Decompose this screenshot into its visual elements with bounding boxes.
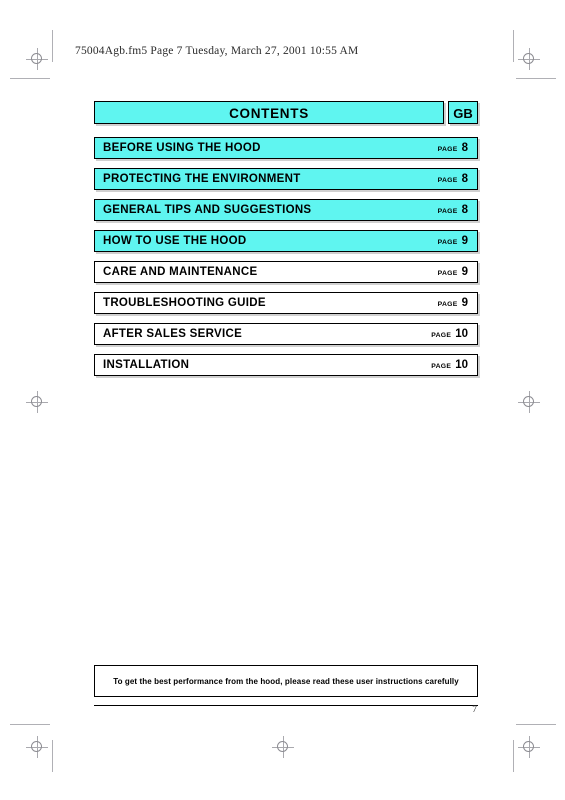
language-code-badge: GB (448, 101, 478, 124)
registration-mark-bottom-right (518, 736, 540, 758)
toc-page-number: 8 (461, 142, 468, 154)
crop-line-bottom-left-horizontal (10, 724, 50, 725)
toc-page-number: 10 (455, 359, 468, 371)
toc-entry-label: PROTECTING THE ENVIRONMENT (103, 173, 301, 185)
crop-line-top-left-horizontal (10, 78, 50, 79)
toc-entry-label: INSTALLATION (103, 359, 190, 371)
toc-page-word: PAGE (437, 208, 458, 215)
toc-entry-page: PAGE 9 (438, 266, 468, 278)
document-page: 75004Agb.fm5 Page 7 Tuesday, March 27, 2… (0, 0, 565, 800)
crop-line-top-right-horizontal (516, 78, 556, 79)
table-row[interactable]: PROTECTING THE ENVIRONMENT PAGE 8 (94, 168, 478, 190)
toc-entry-page: PAGE 8 (438, 173, 468, 185)
toc-page-word: PAGE (431, 332, 452, 339)
table-row[interactable]: GENERAL TIPS AND SUGGESTIONS PAGE 8 (94, 199, 478, 221)
contents-title-row: CONTENTS GB (94, 101, 478, 124)
registration-mark-bottom-left (26, 736, 48, 758)
crop-line-bottom-left-vertical (52, 740, 53, 772)
crop-line-bottom-right-horizontal (516, 724, 556, 725)
table-row[interactable]: AFTER SALES SERVICE PAGE 10 (94, 323, 478, 345)
table-row[interactable]: TROUBLESHOOTING GUIDE PAGE 9 (94, 292, 478, 314)
toc-page-word: PAGE (437, 270, 458, 277)
table-row[interactable]: INSTALLATION PAGE 10 (94, 354, 478, 376)
toc-entry-label: GENERAL TIPS AND SUGGESTIONS (103, 204, 312, 216)
registration-mark-bottom-center (272, 736, 294, 758)
table-row[interactable]: HOW TO USE THE HOOD PAGE 9 (94, 230, 478, 252)
toc-page-number: 8 (461, 173, 468, 185)
toc-entry-page: PAGE 9 (438, 297, 468, 309)
registration-mark-top-left (26, 48, 48, 70)
toc-entry-label: TROUBLESHOOTING GUIDE (103, 297, 266, 309)
toc-page-word: PAGE (437, 146, 458, 153)
table-row[interactable]: CARE AND MAINTENANCE PAGE 9 (94, 261, 478, 283)
registration-mark-middle-left (26, 391, 48, 413)
toc-page-number: 8 (461, 204, 468, 216)
toc-page-number: 9 (461, 235, 468, 247)
table-of-contents: CONTENTS GB BEFORE USING THE HOOD PAGE 8… (94, 101, 478, 385)
toc-entry-page: PAGE 10 (431, 328, 468, 340)
toc-page-word: PAGE (437, 239, 458, 246)
toc-entry-label: HOW TO USE THE HOOD (103, 235, 247, 247)
toc-page-number: 9 (461, 266, 468, 278)
footer-note: To get the best performance from the hoo… (94, 665, 478, 697)
toc-page-word: PAGE (431, 363, 452, 370)
toc-page-word: PAGE (437, 177, 458, 184)
toc-entry-page: PAGE 8 (438, 204, 468, 216)
toc-entry-label: BEFORE USING THE HOOD (103, 142, 261, 154)
registration-mark-middle-right (518, 391, 540, 413)
toc-entry-page: PAGE 9 (438, 235, 468, 247)
toc-page-number: 10 (455, 328, 468, 340)
crop-line-bottom-right-vertical (513, 740, 514, 772)
crop-line-top-right-vertical (513, 30, 514, 62)
registration-mark-top-right (518, 48, 540, 70)
footer-divider (94, 705, 478, 706)
table-row[interactable]: BEFORE USING THE HOOD PAGE 8 (94, 137, 478, 159)
page-number: 7 (472, 705, 477, 715)
toc-entry-label: AFTER SALES SERVICE (103, 328, 243, 340)
file-header-line: 75004Agb.fm5 Page 7 Tuesday, March 27, 2… (75, 45, 359, 57)
contents-title: CONTENTS (94, 101, 444, 124)
crop-line-top-left-vertical (52, 30, 53, 62)
toc-page-number: 9 (461, 297, 468, 309)
toc-entry-page: PAGE 10 (431, 359, 468, 371)
toc-entry-page: PAGE 8 (438, 142, 468, 154)
toc-page-word: PAGE (437, 301, 458, 308)
toc-entry-label: CARE AND MAINTENANCE (103, 266, 258, 278)
